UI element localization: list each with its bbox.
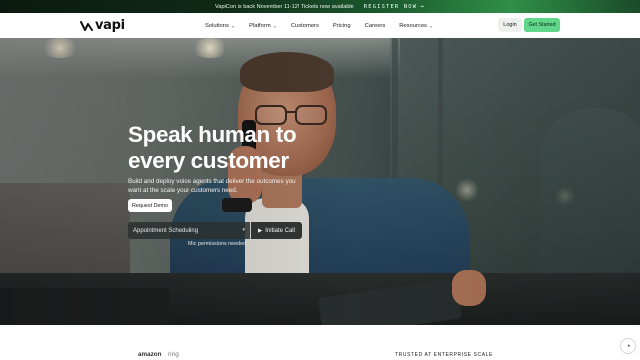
cookie-icon[interactable]: ◔ bbox=[620, 338, 636, 354]
trusted-label: TRUSTED AT ENTERPRISE SCALE bbox=[395, 352, 493, 358]
chevron-down-icon: ⌄ bbox=[428, 23, 434, 29]
top-navigation: vapi Solutions ⌄ Platform ⌄ Customers Pr… bbox=[0, 13, 640, 38]
logo-strip: amazon ring TRUSTED AT ENTERPRISE SCALE bbox=[0, 325, 640, 360]
register-now-label: REGISTER NOW bbox=[363, 3, 418, 10]
nav-item-platform[interactable]: Platform ⌄ bbox=[249, 22, 277, 30]
logo-text: vapi bbox=[95, 18, 125, 33]
nav-item-label: Resources bbox=[399, 22, 427, 29]
nav-links: Solutions ⌄ Platform ⌄ Customers Pricing… bbox=[205, 13, 433, 38]
hero-section: Speak human to every customer Build and … bbox=[0, 38, 640, 325]
announcement-bar: VapiCon is back November 11-12! Tickets … bbox=[0, 0, 640, 13]
nav-item-label: Solutions bbox=[205, 22, 229, 29]
request-demo-button[interactable]: Request Demo bbox=[128, 199, 172, 212]
hero-headline: Speak human to every customer bbox=[128, 122, 297, 173]
use-case-select-value: Appointment Scheduling bbox=[133, 227, 199, 234]
register-now-link[interactable]: REGISTER NOW → bbox=[364, 3, 425, 10]
arrow-right-icon: → bbox=[420, 3, 425, 10]
chevron-down-icon: ⌄ bbox=[230, 23, 236, 29]
ring-logo: ring bbox=[168, 351, 179, 358]
hero-overlay bbox=[0, 38, 640, 325]
use-case-select[interactable]: Appointment Scheduling ▾ bbox=[128, 222, 250, 239]
nav-item-solutions[interactable]: Solutions ⌄ bbox=[205, 22, 236, 30]
nav-item-resources[interactable]: Resources ⌄ bbox=[399, 22, 434, 30]
announcement-text: VapiCon is back November 11-12! Tickets … bbox=[215, 3, 354, 10]
hero-subtext: Build and deploy voice agents that deliv… bbox=[128, 178, 296, 194]
login-button[interactable]: Login bbox=[498, 18, 522, 32]
nav-item-label: Pricing bbox=[332, 22, 351, 29]
mic-permissions-note: Mic permissions needed bbox=[188, 241, 247, 247]
nav-item-label: Careers bbox=[364, 22, 386, 29]
initiate-call-button[interactable]: ▶ Initiate Call bbox=[251, 222, 302, 239]
get-started-button[interactable]: Get Started bbox=[524, 18, 560, 32]
nav-item-careers[interactable]: Careers bbox=[365, 23, 386, 29]
initiate-call-label: Initiate Call bbox=[265, 227, 295, 234]
chevron-down-icon: ⌄ bbox=[272, 23, 277, 29]
nav-item-pricing[interactable]: Pricing bbox=[333, 23, 351, 29]
amazon-logo: amazon bbox=[138, 351, 162, 358]
nav-item-customers[interactable]: Customers bbox=[291, 23, 319, 29]
vapi-logo[interactable]: vapi bbox=[80, 18, 125, 33]
nav-item-label: Platform bbox=[249, 22, 271, 29]
nav-item-label: Customers bbox=[290, 22, 319, 29]
play-icon: ▶ bbox=[258, 227, 263, 234]
vapi-logo-mark-icon bbox=[80, 20, 93, 31]
vapi-homepage: VapiCon is back November 11-12! Tickets … bbox=[0, 0, 640, 360]
chevron-down-icon: ▾ bbox=[242, 227, 245, 233]
